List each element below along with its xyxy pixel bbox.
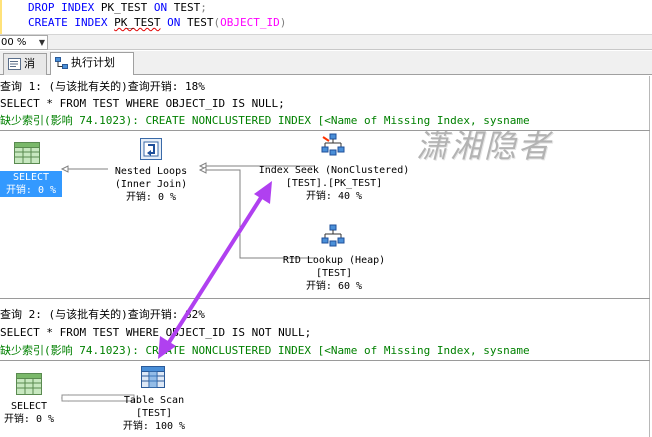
column-name: OBJECT_ID [220, 16, 280, 29]
results-tab-bar: 消息 执行计划 [0, 51, 652, 90]
messages-icon [8, 58, 21, 70]
zoom-bar: 00 % ▼ [0, 34, 652, 50]
execution-plan-icon [55, 57, 68, 69]
index-name: PK_TEST [100, 1, 148, 14]
execution-plan-pane[interactable]: 查询 1: (与该批有关的)查询开销: 18% SELECT * FROM TE… [0, 76, 650, 437]
zoom-select[interactable]: 00 % ▼ [0, 35, 48, 50]
index-name: PK_TEST [114, 16, 161, 29]
code-line-1[interactable]: DROP INDEX PK_TEST ON TEST; [28, 0, 207, 15]
keyword: ON [153, 1, 168, 14]
zoom-value: 00 % [1, 37, 27, 48]
chevron-down-icon: ▼ [38, 38, 45, 47]
close-paren: ) [279, 16, 287, 29]
tab-label: 执行计划 [71, 56, 115, 69]
annotation-arrow [158, 181, 272, 359]
tab-execution-plan[interactable]: 执行计划 [50, 52, 134, 75]
keyword: ON [167, 16, 181, 29]
tab-messages[interactable]: 消息 [3, 53, 47, 90]
keyword: CREATE INDEX [28, 16, 108, 29]
code-line-2[interactable]: CREATE INDEX PK_TEST ON TEST(OBJECT_ID) [28, 15, 286, 30]
table-name: TEST [186, 16, 214, 29]
editor-margin [0, 0, 2, 34]
sql-editor[interactable]: DROP INDEX PK_TEST ON TEST; CREATE INDEX… [0, 0, 652, 34]
keyword: DROP INDEX [28, 1, 95, 14]
semicolon: ; [200, 1, 207, 14]
table-name: TEST [173, 1, 201, 14]
